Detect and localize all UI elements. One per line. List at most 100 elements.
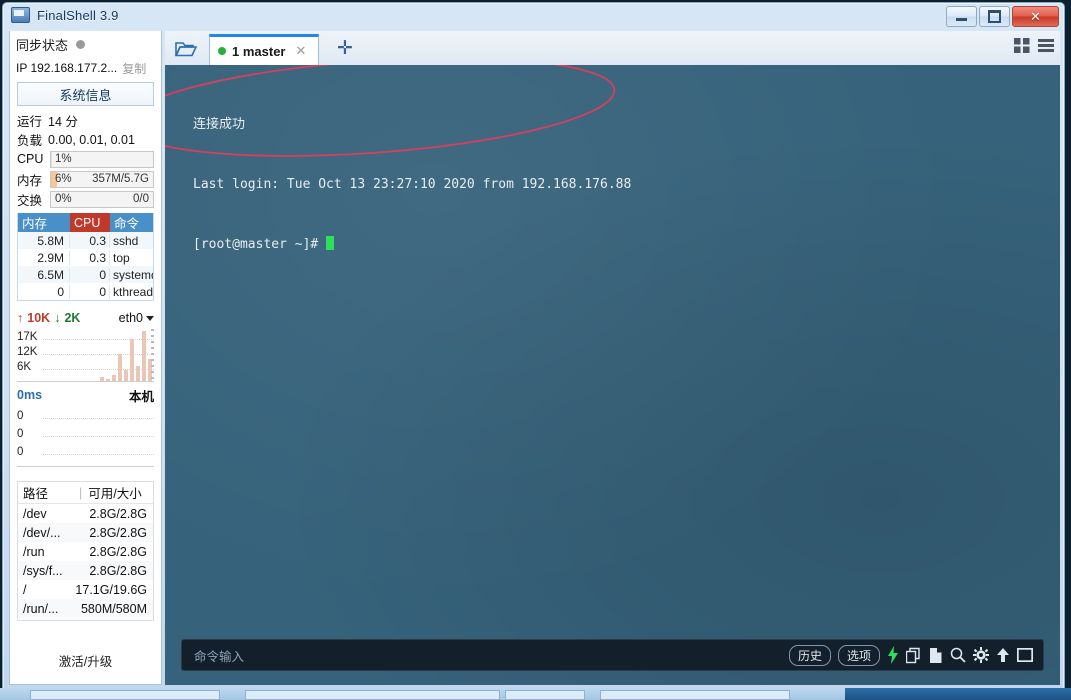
grid-view-icon[interactable] (1014, 38, 1030, 58)
ping-y-label-2: 0 (17, 428, 24, 440)
memory-meter: 6% 357M/5.7G (50, 170, 154, 188)
network-scale-ticks (151, 329, 154, 379)
disk-cell-path: /run/... (23, 601, 59, 616)
upload-rate: 10K (27, 311, 51, 325)
maximize-icon (988, 10, 1001, 23)
terminal-line-3: [root@master ~]# (193, 235, 631, 255)
ping-y-label-1: 0 (17, 410, 24, 422)
network-bar (124, 369, 128, 381)
uptime-row: 运行 14 分 (10, 111, 161, 130)
command-input-placeholder: 命令输入 (194, 649, 245, 664)
sync-status-label: 同步状态 (16, 37, 69, 53)
window-icon[interactable] (1017, 648, 1033, 662)
process-row[interactable]: 5.8M 0.3 sshd (18, 232, 153, 249)
process-cell-command: systemd (113, 267, 153, 282)
terminal-panel[interactable]: 连接成功 Last login: Tue Oct 13 23:27:10 202… (165, 65, 1060, 685)
upload-arrow-icon[interactable] (996, 647, 1010, 663)
process-header-memory[interactable]: 内存 (18, 213, 70, 232)
tabbar-right-group (1014, 38, 1054, 58)
network-bar (112, 374, 116, 381)
monitor-icon (11, 7, 30, 23)
ping-y-label-3: 0 (17, 446, 24, 458)
disk-cell-size: 2.8G/2.8G (89, 544, 147, 559)
process-row[interactable]: 6.5M0systemd (18, 266, 153, 283)
ip-address-label: IP 192.168.177.2... (16, 61, 118, 75)
list-view-icon[interactable] (1038, 38, 1054, 58)
disk-cell-size: 580M/580M (80, 601, 147, 616)
memory-meter-percent: 6% (55, 172, 72, 185)
lightning-icon[interactable] (887, 646, 899, 664)
window-title: FinalShell 3.9 (37, 7, 119, 23)
gear-icon[interactable] (973, 647, 989, 663)
minimize-icon (956, 18, 967, 21)
process-header-cpu[interactable]: CPU (70, 213, 110, 232)
sync-status-indicator (76, 39, 86, 49)
download-icon: ↓ (54, 311, 61, 325)
network-panel: ↑ 10K ↓ 2K eth0 17K 12K 6K 0ms 本机 0 0 0 (17, 309, 154, 467)
disk-row[interactable]: /run 2.8G/2.8G (18, 542, 153, 561)
open-folder-icon[interactable] (171, 37, 201, 61)
tab-1-master[interactable]: 1 master ✕ (209, 34, 319, 65)
command-input-bar[interactable]: 命令输入 历史 选项 (181, 639, 1044, 671)
ping-host-label: 本机 (128, 389, 154, 404)
activate-upgrade-link[interactable]: 激活/升级 (10, 651, 161, 670)
add-tab-button[interactable]: ✛ (337, 39, 353, 58)
network-bar (100, 377, 104, 381)
swap-meter-label: 交换 (17, 193, 43, 208)
disk-row[interactable]: /dev 2.8G/2.8G (18, 504, 153, 523)
process-header-command[interactable]: 命令 (110, 213, 153, 232)
process-table-header: 内存 CPU 命令 (18, 213, 153, 232)
process-cell-command: kthreadd (113, 284, 153, 299)
tab-status-dot (218, 47, 226, 55)
terminal-line-1: 连接成功 (193, 117, 246, 132)
finalshell-window: FinalShell 3.9 ✕ 同步状态 IP 192.168.177.2..… (0, 0, 1071, 700)
process-cell-memory: 6.5M (18, 267, 70, 282)
network-interface-label: eth0 (118, 311, 143, 325)
network-y-label-2: 12K (17, 346, 38, 358)
process-cell-cpu: 0.3 (70, 233, 110, 248)
disk-cell-size: 17.1G/19.6G (75, 582, 147, 597)
disk-cell-path: /dev (23, 506, 47, 521)
main-area: 1 master ✕ ✛ 连接成功 Last login: Tue Oct 13… (165, 31, 1060, 685)
swap-meter-row: 交换 0% 0/0 (10, 189, 161, 209)
process-table-body: 5.8M0.3sshd2.9M0.3top6.5M0systemd00kthre… (18, 232, 153, 300)
cpu-meter-row: CPU 1% (10, 149, 161, 169)
copy-ip-button[interactable]: 复制 (122, 60, 146, 77)
disk-row[interactable]: /run/... 580M/580M (18, 599, 153, 618)
disk-cell-path: /dev/... (23, 525, 61, 540)
swap-meter-detail: 0/0 (133, 192, 149, 205)
cpu-meter: 1% (50, 150, 154, 168)
tab-close-icon[interactable]: ✕ (295, 43, 306, 59)
minimize-button[interactable] (946, 6, 977, 27)
chevron-down-icon (146, 315, 154, 321)
process-cell-memory: 2.9M (18, 250, 70, 265)
system-info-button[interactable]: 系统信息 (17, 82, 154, 106)
network-interface-selector[interactable]: eth0 (119, 311, 154, 325)
disk-table-body: /dev 2.8G/2.8G/dev/... 2.8G/2.8G/run 2.8G/2… (18, 504, 153, 618)
uptime-value: 14 分 (48, 115, 78, 129)
close-button[interactable]: ✕ (1012, 6, 1059, 27)
terminal-output: 连接成功 Last login: Tue Oct 13 23:27:10 202… (193, 75, 631, 295)
process-cell-cpu: 0 (70, 267, 110, 282)
maximize-button[interactable] (979, 6, 1010, 27)
network-bar (118, 353, 122, 381)
process-row[interactable]: 00kthreadd (18, 283, 153, 300)
process-row[interactable]: 2.9M 0.3 top (18, 249, 153, 266)
cpu-meter-percent: 1% (55, 152, 72, 165)
paste-icon[interactable] (929, 647, 943, 664)
network-traffic-graph: 17K 12K 6K (17, 327, 154, 382)
process-table: 内存 CPU 命令 5.8M 0.3 sshd 2.9M 0.3 top 6.5M 0 syst… (17, 213, 154, 301)
history-button[interactable]: 历史 (788, 644, 831, 666)
disk-row[interactable]: /dev/... 2.8G/2.8G (18, 523, 153, 542)
copy-icon[interactable] (906, 647, 922, 664)
load-label: 负载 (17, 134, 43, 148)
search-icon[interactable] (950, 647, 966, 663)
title-bar: FinalShell 3.9 ✕ (3, 3, 1064, 31)
network-y-label-3: 6K (17, 361, 32, 373)
disk-row[interactable]: / 17.1G/19.6G (18, 580, 153, 599)
disk-cell-size: 2.8G/2.8G (89, 506, 147, 521)
process-cell-memory: 5.8M (18, 233, 70, 248)
network-y-label-1: 17K (17, 331, 38, 343)
options-button[interactable]: 选项 (837, 644, 880, 666)
disk-row[interactable]: /sys/f... 2.8G/2.8G (18, 561, 153, 580)
